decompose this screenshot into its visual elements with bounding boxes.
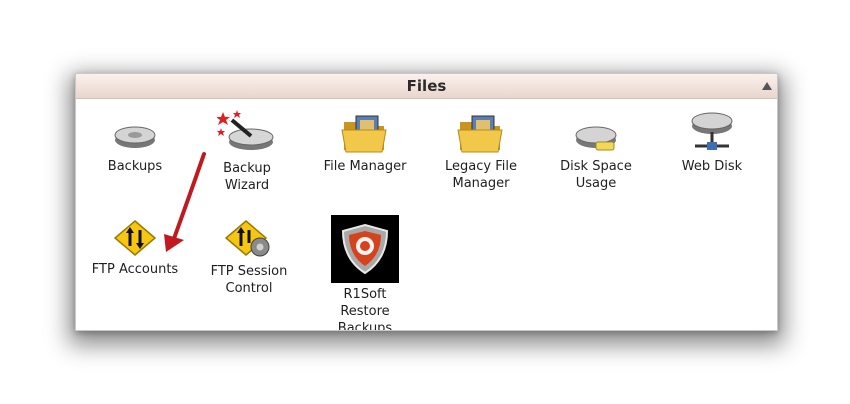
- backup-wizard-label: Backup Wizard: [223, 161, 271, 193]
- network-disk-icon: [691, 112, 733, 150]
- web-disk-label: Web Disk: [681, 159, 743, 174]
- legacy-file-manager-label: Legacy File Manager: [445, 159, 517, 191]
- ftp-accounts-label: FTP Accounts: [91, 262, 179, 277]
- ftp-session-control-label: FTP Session Control: [210, 264, 288, 296]
- disk-usage-icon: [575, 126, 617, 151]
- legacy-file-manager-item[interactable]: Legacy File Manager: [421, 112, 541, 192]
- ftp-accounts-item[interactable]: FTP Accounts: [76, 219, 195, 278]
- panel-title: Files: [406, 77, 447, 95]
- disk-space-usage-label: Disk Space Usage: [560, 159, 632, 191]
- r1soft-shield-icon: [331, 215, 399, 283]
- web-disk-item[interactable]: Web Disk: [652, 112, 772, 175]
- backup-wizard-item[interactable]: Backup Wizard: [187, 110, 307, 194]
- ftp-transfer-icon: [113, 220, 157, 256]
- file-manager-label: File Manager: [323, 159, 407, 174]
- magic-wand-icon: [217, 110, 274, 150]
- disk-drive-icon: [114, 126, 156, 148]
- r1soft-restore-backups-item[interactable]: R1Soft Restore Backups: [305, 215, 425, 331]
- file-manager-item[interactable]: File Manager: [305, 112, 425, 175]
- ftp-session-control-item[interactable]: FTP Session Control: [189, 219, 309, 297]
- ftp-session-icon: [224, 220, 270, 257]
- collapse-icon[interactable]: [762, 82, 772, 90]
- panel-header: Files: [76, 74, 777, 99]
- folder-icon: [457, 115, 503, 153]
- files-panel: Files Backups Backup Wizard File Manager…: [75, 73, 778, 331]
- backups-label: Backups: [107, 159, 163, 174]
- disk-space-usage-item[interactable]: Disk Space Usage: [536, 120, 656, 192]
- r1soft-restore-backups-label: R1Soft Restore Backups: [337, 287, 393, 331]
- folder-icon: [341, 115, 387, 153]
- backups-item[interactable]: Backups: [76, 120, 195, 175]
